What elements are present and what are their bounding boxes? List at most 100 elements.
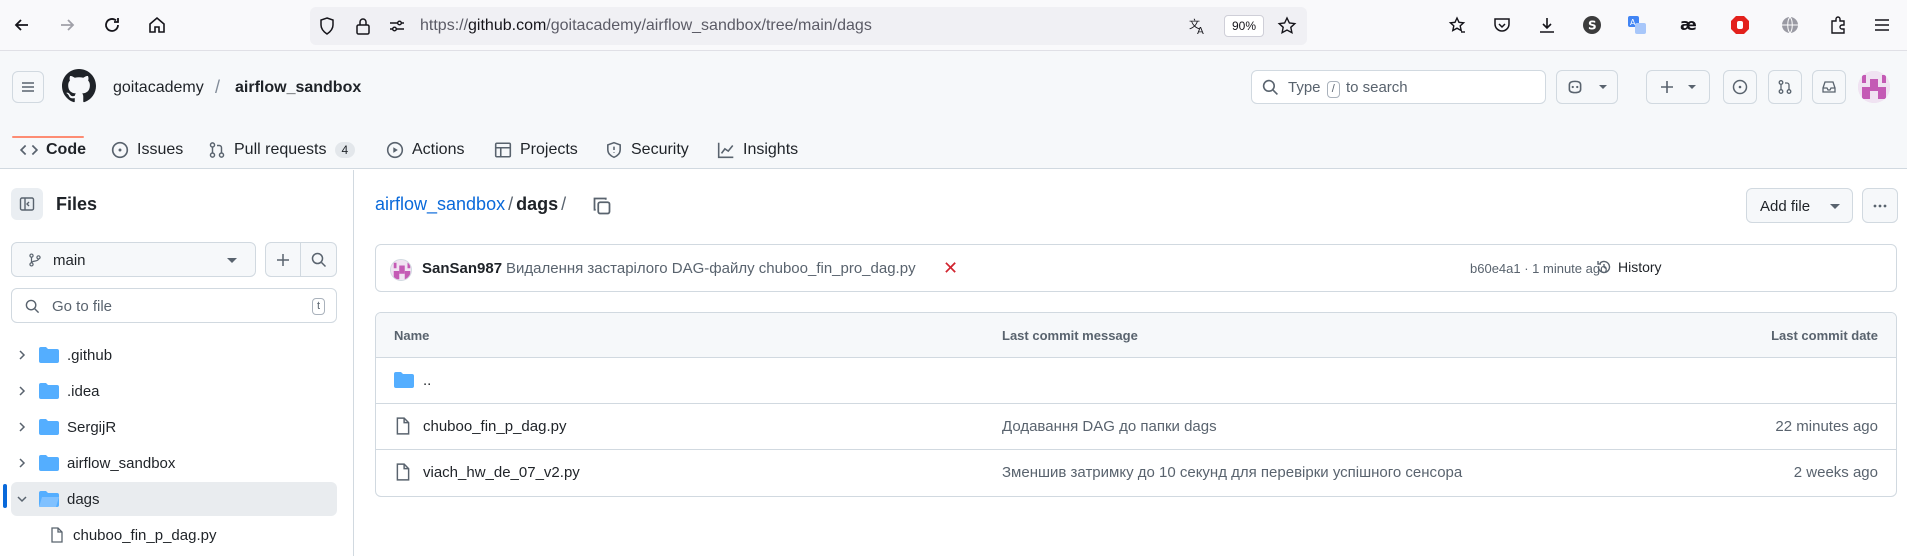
commit-author-avatar[interactable] [390, 259, 412, 281]
add-file-dropdown[interactable]: Add file [1746, 188, 1853, 223]
search-files-button[interactable] [301, 242, 337, 277]
more-options-button[interactable] [1862, 188, 1898, 223]
translate-icon[interactable]: 文A [1187, 15, 1209, 37]
issue-icon [1732, 79, 1748, 95]
plus-icon [277, 253, 289, 266]
user-avatar[interactable] [1858, 71, 1890, 103]
open-menu-button[interactable] [12, 71, 44, 103]
commit-sha-time[interactable]: b60e4a1 · 1 minute ago [1470, 261, 1607, 276]
forward-icon[interactable] [56, 14, 78, 36]
identicon-icon [1858, 71, 1890, 103]
inbox-button[interactable] [1812, 70, 1846, 104]
folder-icon [39, 419, 59, 435]
chevron-down-icon [227, 258, 237, 263]
tab-actions[interactable]: Actions [386, 131, 464, 169]
tab-pull-requests[interactable]: Pull requests 4 [208, 131, 356, 169]
branch-icon [29, 253, 41, 267]
menu-icon[interactable] [1871, 14, 1893, 36]
file-icon [51, 527, 63, 543]
pull-requests-button[interactable] [1768, 70, 1802, 104]
owner-link[interactable]: goitacademy [113, 79, 204, 97]
add-file-button[interactable] [265, 242, 301, 277]
tree-item-chuboo-fin-p-dag[interactable]: chuboo_fin_p_dag.py [11, 518, 337, 552]
svg-text:A: A [1630, 18, 1636, 27]
search-icon [311, 252, 326, 267]
commit-date: 22 minutes ago [1775, 418, 1878, 435]
search-icon [1262, 79, 1278, 95]
svg-text:A: A [1197, 26, 1204, 36]
permissions-icon[interactable] [386, 15, 408, 37]
extension-translate-icon[interactable]: A [1626, 14, 1648, 36]
commit-author[interactable]: SanSan987 [422, 260, 502, 277]
extensions-puzzle-icon[interactable] [1827, 14, 1849, 36]
repo-link[interactable]: airflow_sandbox [235, 79, 361, 97]
tab-security[interactable]: Security [605, 131, 689, 169]
tree-item-sergijr[interactable]: SergijR [11, 410, 337, 444]
copilot-button[interactable] [1556, 70, 1618, 104]
graph-icon [717, 142, 734, 159]
folder-icon [394, 372, 414, 388]
sidebar-collapse-icon [19, 197, 35, 211]
reload-icon[interactable] [101, 14, 123, 36]
table-row[interactable]: viach_hw_de_07_v2.py Зменшив затримку до… [376, 450, 1896, 496]
search-placeholder: Type / to search [1288, 79, 1408, 98]
check-failed-icon[interactable]: ✕ [943, 258, 958, 279]
extension-s-icon[interactable]: S [1581, 14, 1603, 36]
extension-globe-icon[interactable] [1779, 14, 1801, 36]
chevron-right-icon[interactable] [13, 385, 31, 397]
history-link[interactable]: History [1596, 259, 1662, 275]
chevron-down-icon [1830, 204, 1840, 209]
url-text[interactable]: https://github.com/goitacademy/airflow_s… [420, 17, 872, 35]
chevron-down-icon[interactable] [13, 493, 31, 505]
lock-icon[interactable] [352, 15, 374, 37]
pocket-icon[interactable] [1491, 14, 1513, 36]
chevron-down-icon [1688, 85, 1696, 89]
create-new-button[interactable] [1646, 70, 1710, 104]
copy-path-icon[interactable] [592, 196, 612, 216]
extension-ae-icon[interactable]: æ [1679, 14, 1701, 36]
extension-adblock-icon[interactable] [1729, 14, 1751, 36]
bookmark-star-icon[interactable] [1276, 15, 1298, 37]
chevron-right-icon[interactable] [13, 421, 31, 433]
zoom-level[interactable]: 90% [1224, 15, 1264, 37]
home-icon[interactable] [146, 14, 168, 36]
github-logo-icon[interactable] [62, 69, 96, 103]
tab-projects[interactable]: Projects [494, 131, 578, 169]
tree-item-dags[interactable]: dags [11, 482, 337, 516]
collapse-sidebar-button[interactable] [11, 188, 43, 220]
tree-item-airflow-sandbox[interactable]: airflow_sandbox [11, 446, 337, 480]
go-to-file-input[interactable]: Go to file t [11, 288, 337, 323]
chevron-right-icon[interactable] [13, 457, 31, 469]
search-input[interactable]: Type / to search [1251, 70, 1546, 104]
pull-request-icon [209, 142, 225, 158]
hamburger-icon [22, 82, 34, 92]
file-link[interactable]: chuboo_fin_p_dag.py [423, 418, 566, 435]
breadcrumb-repo-link[interactable]: airflow_sandbox [375, 194, 505, 214]
breadcrumb-separator: / [215, 77, 221, 97]
url-bar[interactable]: https://github.com/goitacademy/airflow_s… [310, 7, 1307, 45]
branch-selector[interactable]: main [11, 242, 256, 277]
parent-directory-link[interactable]: .. [423, 372, 431, 389]
tree-item-github[interactable]: .github [11, 338, 337, 372]
tree-item-idea[interactable]: .idea [11, 374, 337, 408]
table-row[interactable]: chuboo_fin_p_dag.py Додавання DAG до пап… [376, 404, 1896, 450]
folder-open-icon [39, 491, 59, 507]
plus-icon [1661, 81, 1673, 93]
tab-issues[interactable]: Issues [111, 131, 183, 169]
bookmarks-icon[interactable] [1446, 14, 1468, 36]
commit-message-link[interactable]: Зменшив затримку до 10 секунд для переві… [1002, 464, 1462, 481]
commit-message-link[interactable]: Додавання DAG до папки dags [1002, 418, 1217, 435]
tab-insights[interactable]: Insights [717, 131, 798, 169]
commit-date: 2 weeks ago [1793, 464, 1878, 481]
chevron-right-icon[interactable] [13, 349, 31, 361]
downloads-icon[interactable] [1536, 14, 1558, 36]
back-icon[interactable] [11, 14, 33, 36]
file-table: Name Last commit message Last commit dat… [375, 312, 1897, 497]
shield-icon[interactable] [316, 15, 338, 37]
file-link[interactable]: viach_hw_de_07_v2.py [423, 464, 580, 481]
issues-button[interactable] [1723, 70, 1757, 104]
table-row[interactable]: .. [376, 358, 1896, 404]
shield-icon [607, 141, 621, 159]
commit-message[interactable]: Видалення застарілого DAG-файлу chuboo_f… [506, 260, 916, 277]
copilot-icon [1568, 80, 1582, 94]
